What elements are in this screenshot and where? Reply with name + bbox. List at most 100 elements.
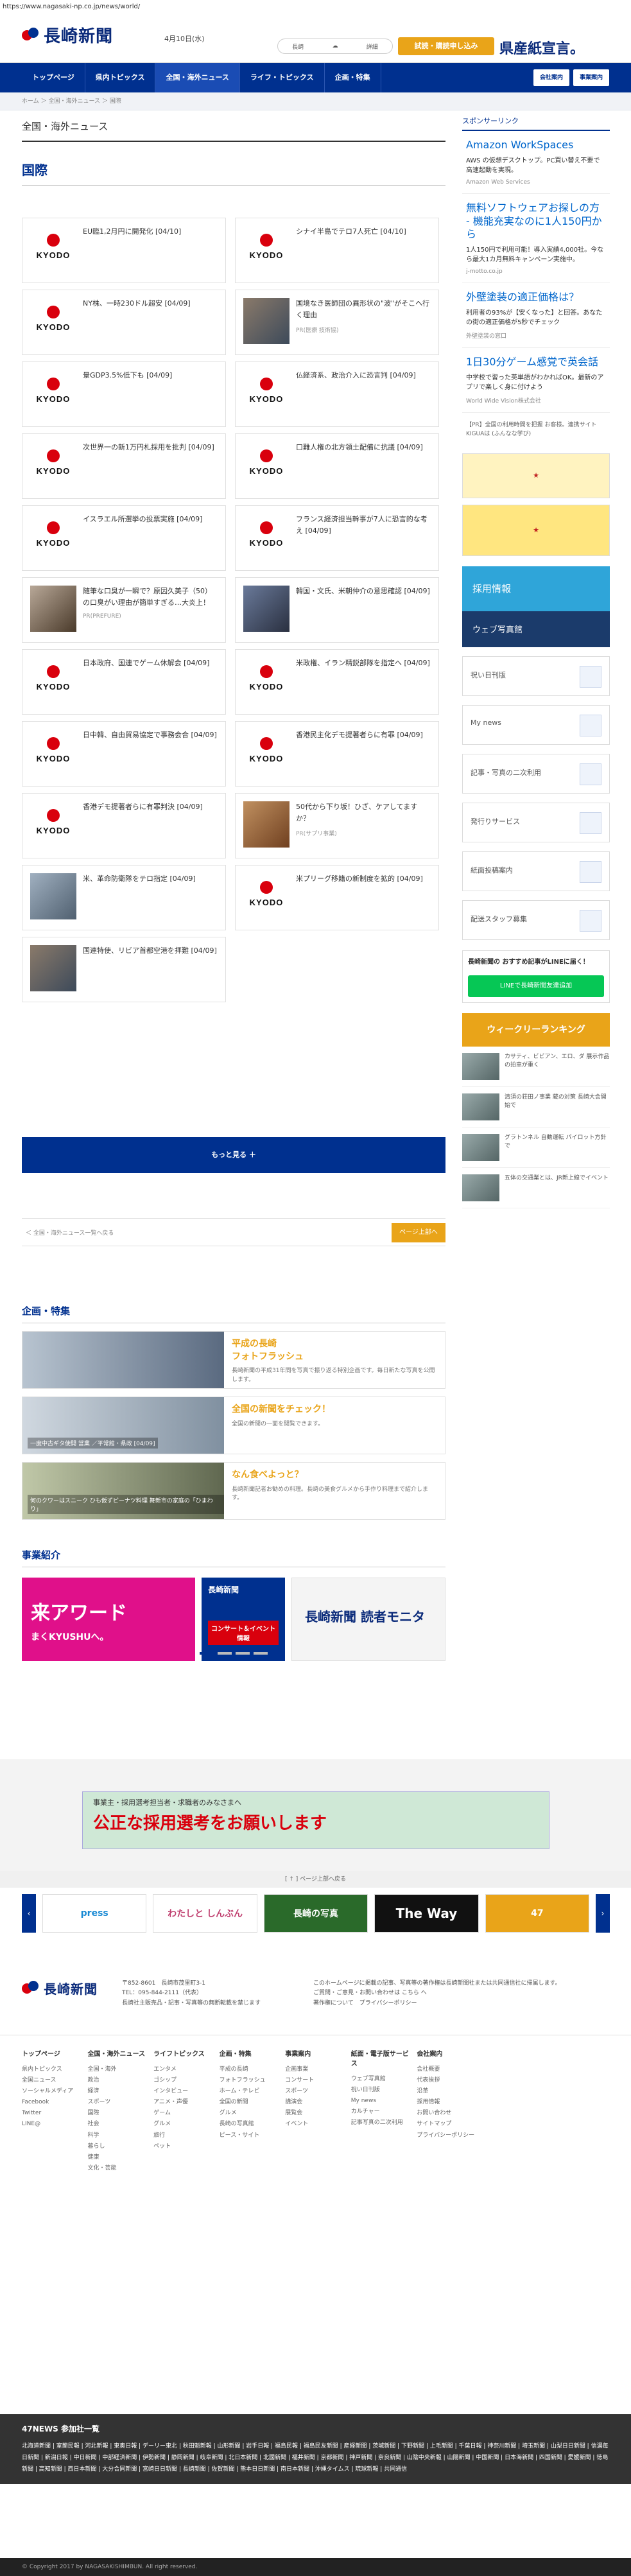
nav-life[interactable]: ライフ・トピックス	[240, 63, 325, 92]
article-card[interactable]: KYODO 米プリーグ移籍の新制度を拡的 [04/09]	[235, 865, 439, 930]
footer-link[interactable]: 企画事業	[285, 2064, 346, 2075]
footer-link[interactable]: スポーツ	[88, 2097, 149, 2108]
footer-link[interactable]: ゲーム	[153, 2108, 214, 2119]
article-card[interactable]: KYODO イスラエル所選挙の投票実施 [04/09]	[22, 505, 226, 571]
footer-link[interactable]: プライバシーポリシー	[417, 2130, 478, 2141]
footer-link[interactable]: 全国・海外	[88, 2064, 149, 2075]
footer-link[interactable]: 全国ニュース	[22, 2075, 83, 2086]
footer-link[interactable]: グルメ	[220, 2108, 281, 2119]
side-banner-campaign[interactable]: ★	[462, 504, 610, 556]
weather-widget[interactable]: 長崎 ☁ 詳細	[277, 39, 393, 54]
footer-link[interactable]: 暮らし	[88, 2141, 149, 2152]
footer-link[interactable]: お問い合わせ	[417, 2108, 478, 2119]
nav-national-world[interactable]: 全国・海外ニュース	[155, 63, 240, 92]
footer-link[interactable]: 政治	[88, 2075, 149, 2086]
footer-link[interactable]: ホーム・テレビ	[220, 2086, 281, 2097]
ranking-item[interactable]: 五体の交通業とは、JR新上線でイベント	[462, 1168, 610, 1208]
side-banner-science[interactable]: ★	[462, 453, 610, 498]
jigyo-banner-award[interactable]: 来アワード まくKYUSHUへ。	[22, 1578, 195, 1661]
side-link-box[interactable]: 紙面投稿案内	[462, 851, 610, 891]
footer-column-heading[interactable]: トップページ	[22, 2048, 83, 2058]
footer-link[interactable]: 国際	[88, 2108, 149, 2119]
ranking-item[interactable]: グラトンネル 自動運転 パイロット方針で	[462, 1127, 610, 1168]
weather-detail-link[interactable]: 詳細	[367, 42, 378, 51]
footer-link[interactable]: Twitter	[22, 2108, 83, 2119]
sponsor-ad[interactable]: 無料ソフトウェアお探しの方 - 機能充実なのに1人150円から 1人150円で利…	[462, 194, 610, 284]
footer-column-heading[interactable]: 全国・海外ニュース	[88, 2048, 149, 2058]
ranking-item[interactable]: カサティ、ビビアン、エロ、ダ 展示作品の拍車が重く	[462, 1047, 610, 1087]
footer-link[interactable]: ペット	[153, 2141, 214, 2152]
article-card[interactable]: KYODO 景GDP3.5%低下も [04/09]	[22, 361, 226, 427]
carousel-dot[interactable]	[218, 1652, 232, 1655]
trial-subscribe-button[interactable]: 試読・購読申し込み	[398, 37, 494, 55]
article-card[interactable]: KYODO 米政権、イラン精鋭部隊を指定へ [04/09]	[235, 649, 439, 715]
footer-link[interactable]: 健康	[88, 2152, 149, 2163]
sponsor-ad[interactable]: Amazon WorkSpaces AWS の仮想デスクトップ。PC買い替え不要…	[462, 131, 610, 194]
footer-link[interactable]: Facebook	[22, 2097, 83, 2108]
nav-top[interactable]: トップページ	[22, 63, 85, 92]
sponsor-ad[interactable]: 1日30分ゲーム感覚で英会話 中学校で習った英単語がわかればOK。最新のアプリで…	[462, 348, 610, 413]
footer-link[interactable]: インタビュー	[153, 2086, 214, 2097]
side-link-box[interactable]: 発行りサービス	[462, 802, 610, 842]
ranking-heading[interactable]: ウィークリーランキング	[462, 1013, 610, 1047]
news47-list[interactable]: 北海道新聞 | 室蘭民報 | 河北新報 | 東奥日報 | デーリー東北 | 秋田…	[22, 2441, 609, 2475]
footer-link[interactable]: エンタメ	[153, 2064, 214, 2075]
side-link-box[interactable]: 祝い日刊版	[462, 656, 610, 696]
carousel-dot[interactable]	[200, 1652, 214, 1655]
footer-link[interactable]: グルメ	[153, 2119, 214, 2130]
article-card[interactable]: KYODO 口難人権の北方領土配備に抗議 [04/09]	[235, 433, 439, 499]
feature-item[interactable]: 一度中古ギタ使開 営業 ／平常館・県政 [04/09] 全国の新聞をチェック！ …	[22, 1397, 445, 1454]
feature-item[interactable]: 平成の長崎 フォトフラッシュ 長崎新聞の平成31年間を写真で振り返る特別企画です…	[22, 1331, 445, 1389]
footer-link[interactable]: 平成の長崎	[220, 2064, 281, 2075]
breadcrumb[interactable]: ホーム ＞ 全国・海外ニュース ＞ 国際	[0, 92, 631, 110]
article-card[interactable]: 50代から下り坂！ひざ、ケアしてますか？ PR(サプリ事業)	[235, 793, 439, 858]
article-card[interactable]: KYODO EU臨1,2月円に開発化 [04/10]	[22, 218, 226, 283]
back-to-list-link[interactable]: ＜ 全国・海外ニュース一覧へ戻る	[26, 1228, 114, 1237]
footer-note[interactable]: このホームページに掲載の記事、写真等の著作権は長崎新聞社または共同通信社に帰属し…	[313, 1979, 609, 2008]
recruit-banner[interactable]: 採用情報	[462, 566, 610, 611]
footer-logo[interactable]: 長崎新聞	[22, 1979, 98, 1997]
footer-link[interactable]: 代表挨拶	[417, 2075, 478, 2086]
footer-link[interactable]: 沿革	[417, 2086, 478, 2097]
carousel-dot[interactable]	[236, 1652, 250, 1655]
footer-link[interactable]: コンサート	[285, 2075, 346, 2086]
page-top-link[interactable]: [ ↑ ] ページ上部へ戻る	[0, 1871, 631, 1888]
article-card[interactable]: 随筆な口臭が一瞬で？原因久美子（50）の口臭がい理由が簡単すぎる…大炎上！ PR(…	[22, 577, 226, 643]
footer-column-heading[interactable]: 企画・特集	[220, 2048, 281, 2058]
footer-link[interactable]: カルチャー	[351, 2107, 412, 2118]
partner-banner[interactable]: press	[42, 1894, 147, 1933]
article-card[interactable]: KYODO 香港民主化デモ提著者らに有罪 [04/09]	[235, 721, 439, 787]
site-logo[interactable]: 長崎新聞	[22, 23, 113, 47]
footer-link[interactable]: My news	[351, 2096, 412, 2107]
bottom-ad-banner[interactable]: 事業主・採用選考担当者・求職者のみなさまへ 公正な採用選考をお願いします	[82, 1791, 549, 1849]
footer-column-heading[interactable]: 紙面・電子版サービス	[351, 2048, 412, 2067]
footer-column-heading[interactable]: 会社案内	[417, 2048, 478, 2058]
feature-item[interactable]: 何のクワーはスニーク ひも仮ずピーナツ料理 舞新市の家庭の「ひまわり」 なん食べ…	[22, 1462, 445, 1520]
pr-note[interactable]: 【PR】全国の利用時間を把握 お客様。連携サイト KIGUAは (ふんなな学び)	[462, 413, 610, 447]
footer-link[interactable]: 旅行	[153, 2130, 214, 2141]
footer-link[interactable]: 科学	[88, 2130, 149, 2141]
line-add-button[interactable]: LINEで長崎新聞友達追加	[468, 975, 604, 997]
jigyo-carousel[interactable]: 来アワード まくKYUSHUへ。 長崎新聞 コンサート＆イベント情報 長崎新聞 …	[22, 1578, 445, 1661]
footer-link[interactable]: 祝い日刊版	[351, 2085, 412, 2096]
side-link-box[interactable]: My news	[462, 704, 610, 745]
side-link-box[interactable]: 配送スタッフ募集	[462, 900, 610, 940]
footer-link[interactable]: 全国の新聞	[220, 2097, 281, 2108]
footer-link[interactable]: 記事写真の二次利用	[351, 2118, 412, 2128]
footer-link[interactable]: LINE@	[22, 2119, 83, 2130]
footer-link[interactable]: ウェブ写真館	[351, 2074, 412, 2085]
carousel-prev-arrow-icon[interactable]: ‹	[22, 1894, 36, 1933]
more-button[interactable]: もっと見る ＋	[22, 1137, 445, 1173]
web-photo-banner[interactable]: ウェブ写真館	[462, 611, 610, 647]
nav-feature[interactable]: 企画・特集	[325, 63, 381, 92]
footer-link[interactable]: イベント	[285, 2119, 346, 2130]
footer-link[interactable]: アニメ・声優	[153, 2097, 214, 2108]
footer-link[interactable]: 文化・芸能	[88, 2163, 149, 2174]
carousel-dot[interactable]	[254, 1652, 268, 1655]
footer-link[interactable]: ソーシャルメディア	[22, 2086, 83, 2097]
article-card[interactable]: 国連特使、リビア首都空港を拝難 [04/09]	[22, 937, 226, 1002]
footer-link[interactable]: フォトフラッシュ	[220, 2075, 281, 2086]
footer-link[interactable]: 採用情報	[417, 2097, 478, 2108]
footer-link[interactable]: 経済	[88, 2086, 149, 2097]
carousel-next-arrow-icon[interactable]: ›	[596, 1894, 610, 1933]
